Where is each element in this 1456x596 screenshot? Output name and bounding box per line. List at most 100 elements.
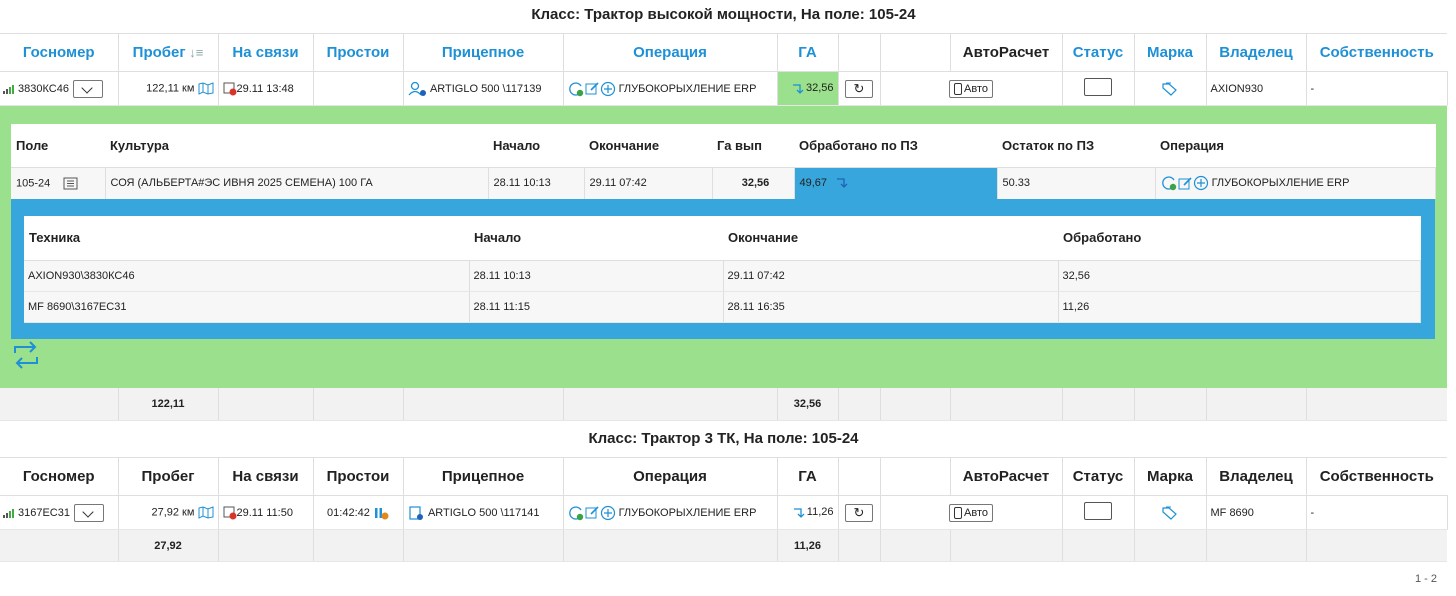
add-circle-icon[interactable] [600,505,616,521]
sub-obrabotano-value: 32,56 [1058,260,1421,292]
refresh-icon: ↻ [853,504,865,520]
total-ga: 11,26 [777,529,839,562]
header-status[interactable]: Статус [1062,457,1135,496]
table-row[interactable]: 3167ЕС31 27,92 км 29.11 11:50 01:42:42 A… [0,495,1448,530]
refresh-button[interactable]: ↻ [845,503,873,522]
sync-icon[interactable] [10,341,42,369]
sub-header-tehnika: Техника [24,216,469,261]
sub-nachalo-value: 28.11 10:13 [469,260,724,292]
auto-button[interactable]: Авто [949,503,993,522]
detail-header-ga-vyp: Га вып [712,124,794,168]
pause-alert-icon[interactable] [373,506,389,520]
detail-ostatok-value: 50.33 [997,167,1156,199]
map-icon[interactable] [198,506,214,519]
sub-header-obrabotano: Обработано [1058,216,1420,261]
table-row[interactable]: MF 8690\3167ЕС31 28.11 11:15 28.11 16:35… [24,291,1421,323]
connection-lost-icon [223,506,236,519]
phone-icon [954,82,962,95]
header-probeg-label: Пробег [132,44,186,61]
header-na-svyazi[interactable]: На связи [218,33,314,72]
operatsiya-value: ГЛУБОКОРЫХЛЕНИЕ ERP [618,82,757,95]
header-gosnomer[interactable]: Госномер [0,457,119,496]
signal-icon [3,84,14,94]
header-empty-2 [880,457,951,496]
sub-tehnika-value: MF 8690\3167ЕС31 [24,291,470,323]
ga-value: 11,26 [806,506,834,519]
auto-button-label: Авто [964,506,988,519]
arrow-down-right-icon[interactable] [836,177,852,189]
edit-icon[interactable] [585,81,600,96]
total-ga: 32,56 [777,388,839,421]
sub-tehnika-value: AXION930\3830КС46 [24,260,470,292]
gosnomer-value: 3830КС46 [18,82,69,95]
probeg-value: 27,92 км [151,506,195,519]
refresh-check-icon[interactable] [568,505,585,521]
na-svyazi-value: 29.11 11:50 [236,506,293,519]
header-prostoi[interactable]: Простои [313,33,404,72]
header-na-svyazi[interactable]: На связи [218,457,314,496]
phone-icon [954,506,962,519]
sub-header-nachalo: Начало [469,216,723,261]
arrow-down-right-icon [793,507,805,518]
refresh-check-icon[interactable] [1161,175,1178,191]
pricepnoe-value: ARTIGLO 500 \117141 [427,506,540,519]
detail-header-ostatok-pz: Остаток по ПЗ [997,124,1155,168]
header-empty-1 [838,33,881,72]
pricepnoe-value: ARTIGLO 500 \117139 [429,82,542,95]
marka-value: MF 8690 [1206,495,1307,530]
table-row[interactable]: 105-24 СОЯ (АЛЬБЕРТА#ЭС ИВНЯ 2025 СЕМЕНА… [11,167,1436,199]
refresh-check-icon[interactable] [568,81,585,97]
header-ga[interactable]: ГА [777,33,839,72]
probeg-value: 122,11 км [146,82,195,95]
tag-icon[interactable] [1161,82,1179,96]
total-probeg: 122,11 [118,388,219,421]
refresh-button[interactable]: ↻ [845,79,873,98]
header-prostoi[interactable]: Простои [313,457,404,496]
user-pin-icon[interactable] [408,81,428,97]
header-sobstvennost[interactable]: Собственность [1306,33,1447,72]
add-circle-icon[interactable] [600,81,616,97]
header-pricepnoe[interactable]: Прицепное [403,457,564,496]
header-pricepnoe[interactable]: Прицепное [403,33,564,72]
autocalc-checkbox[interactable] [1084,78,1112,96]
add-circle-icon[interactable] [1193,175,1209,191]
header-sobstvennost[interactable]: Собственность [1306,457,1447,496]
header-operatsiya[interactable]: Операция [563,457,778,496]
na-svyazi-value: 29.11 13:48 [236,82,294,95]
header-avtoraschet: АвтоРасчет [950,457,1063,496]
tag-icon[interactable] [1161,506,1179,520]
header-empty-2 [880,33,951,72]
gosnomer-value: 3167ЕС31 [18,506,70,519]
connection-lost-icon [223,82,236,95]
table-row[interactable]: 3830КС46 122,11 км 29.11 13:48 ARTIGLO 5… [0,71,1448,106]
table-row[interactable]: AXION930\3830КС46 28.11 10:13 29.11 07:4… [24,260,1421,292]
list-icon[interactable] [63,177,79,190]
sub-okonchanie-value: 29.11 07:42 [723,260,1059,292]
detail-operatsiya-value: ГЛУБОКОРЫХЛЕНИЕ ERP [1211,177,1350,190]
header-ga[interactable]: ГА [777,457,839,496]
header-probeg[interactable]: Пробег ↓≡ [118,33,219,72]
chevron-down-icon[interactable] [74,503,104,522]
auto-button[interactable]: Авто [949,79,993,98]
header-avtoraschet: АвтоРасчет [950,33,1063,72]
header-marka[interactable]: Марка [1134,457,1207,496]
header-vladelets[interactable]: Владелец [1206,457,1307,496]
header-probeg[interactable]: Пробег [118,457,219,496]
header-operatsiya[interactable]: Операция [563,33,778,72]
header-marka[interactable]: Марка [1134,33,1207,72]
refresh-icon: ↻ [853,80,865,96]
header-gosnomer[interactable]: Госномер [0,33,119,72]
group1-table: Госномер Пробег ↓≡ На связи Простои Приц… [0,33,1448,106]
edit-icon[interactable] [1178,176,1193,191]
clipboard-icon[interactable] [408,505,426,521]
map-icon[interactable] [198,82,214,95]
group1-title: Класс: Трактор высокой мощности, На поле… [531,6,916,23]
header-status[interactable]: Статус [1062,33,1135,72]
pager-info: 1 - 2 [1414,573,1437,585]
vladelets-value: - [1306,495,1448,530]
chevron-down-icon[interactable] [72,79,103,98]
edit-icon[interactable] [585,505,600,520]
header-vladelets[interactable]: Владелец [1206,33,1307,72]
autocalc-checkbox[interactable] [1084,502,1112,520]
detail-obrabotano-value: 49,67 [799,177,828,190]
